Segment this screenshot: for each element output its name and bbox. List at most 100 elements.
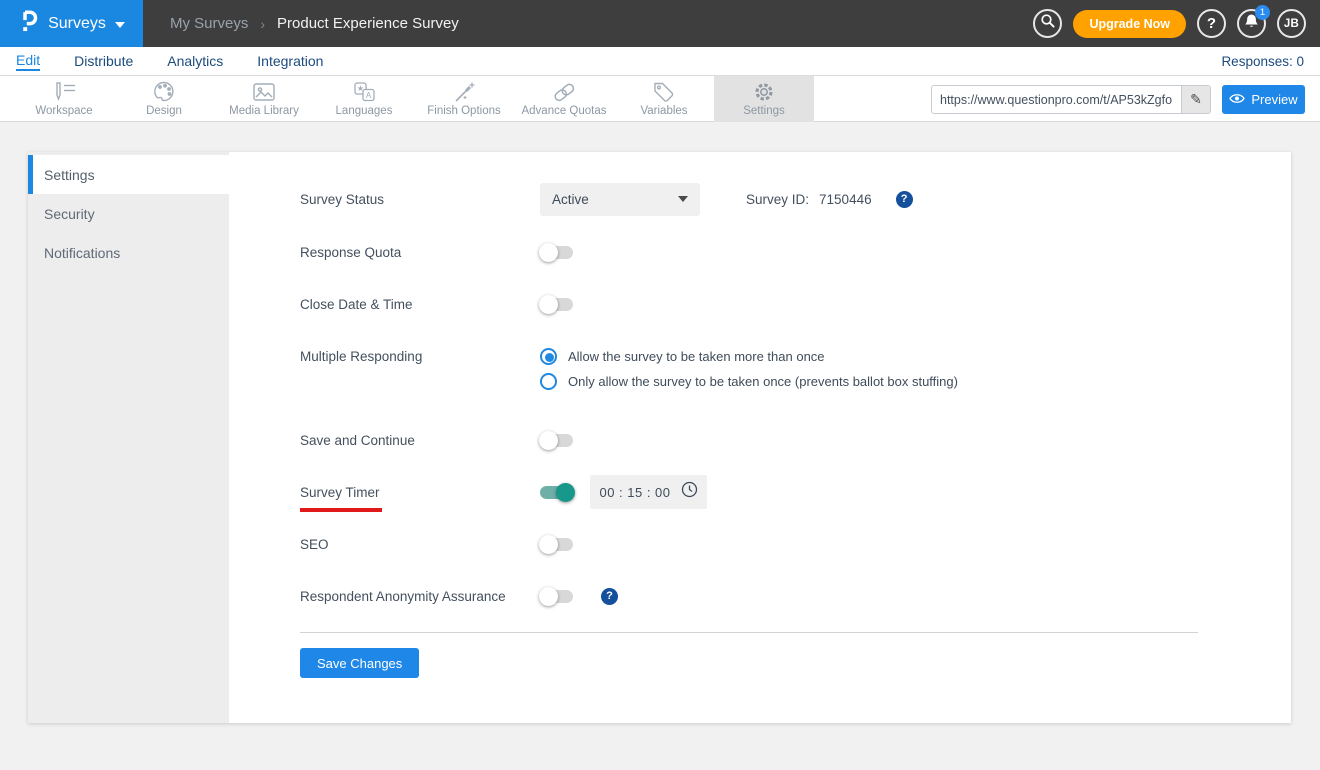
- breadcrumb-separator: ›: [260, 15, 266, 32]
- chevron-down-icon: [114, 21, 125, 28]
- design-icon: [152, 81, 176, 103]
- help-button[interactable]: ?: [1197, 9, 1226, 38]
- allow-multiple-option[interactable]: Allow the survey to be taken more than o…: [540, 347, 825, 365]
- clock-icon: [681, 481, 698, 503]
- survey-id-label: Survey ID:: [746, 191, 810, 207]
- edit-toolbar: Workspace Design Media Library ★ A Langua…: [0, 76, 1320, 122]
- toolbar-item-label: Settings: [743, 105, 785, 117]
- variables-icon: [652, 81, 676, 103]
- settings-icon: [752, 81, 776, 103]
- avatar-initials: JB: [1283, 17, 1300, 30]
- section-tabs: Edit Distribute Analytics Integration Re…: [0, 47, 1320, 76]
- pencil-icon: ✎: [1190, 91, 1202, 107]
- save-and-continue-row: Save and Continue: [300, 423, 1251, 457]
- toolbar-item-advance-quotas[interactable]: Advance Quotas: [514, 76, 614, 122]
- preview-button[interactable]: Preview: [1222, 85, 1305, 114]
- media-library-icon: [252, 81, 276, 103]
- toolbar-item-media-library[interactable]: Media Library: [214, 76, 314, 122]
- multiple-responding-row: Multiple Responding Allow the survey to …: [300, 339, 1251, 373]
- notification-badge: 1: [1255, 5, 1270, 20]
- toggle-knob: [539, 294, 558, 314]
- survey-status-select[interactable]: Active: [540, 182, 700, 216]
- seo-row: SEO: [300, 527, 1251, 561]
- toolbar-item-label: Design: [146, 105, 182, 117]
- toolbar-item-workspace[interactable]: Workspace: [14, 76, 114, 122]
- radio-unselected-icon[interactable]: [540, 373, 557, 390]
- sidebar-item-notifications[interactable]: Notifications: [28, 233, 229, 272]
- survey-timer-row: Survey Timer 00 : 15 : 00: [300, 475, 1251, 512]
- toggle-knob: [539, 430, 558, 450]
- respondent-anonymity-row: Respondent Anonymity Assurance ?: [300, 579, 1251, 613]
- tab-analytics[interactable]: Analytics: [167, 53, 223, 69]
- edit-link-button[interactable]: ✎: [1181, 86, 1210, 113]
- sidebar-item-settings[interactable]: Settings: [28, 155, 229, 194]
- notifications-button[interactable]: 1: [1237, 5, 1270, 38]
- toolbar-item-label: Media Library: [229, 105, 299, 117]
- settings-sidebar: Settings Security Notifications: [28, 152, 229, 723]
- toolbar-item-settings[interactable]: Settings: [714, 76, 814, 122]
- survey-link-field[interactable]: https://www.questionpro.com/t/AP53kZgfo …: [931, 85, 1211, 114]
- preview-label: Preview: [1251, 92, 1298, 107]
- respondent-anonymity-label: Respondent Anonymity Assurance: [300, 588, 506, 604]
- survey-timer-input[interactable]: 00 : 15 : 00: [590, 475, 707, 509]
- response-quota-label: Response Quota: [300, 244, 402, 260]
- questionpro-logo-icon: [18, 8, 39, 39]
- toolbar-item-languages[interactable]: ★ A Languages: [314, 76, 414, 122]
- toggle-knob: [539, 534, 558, 554]
- user-avatar[interactable]: JB: [1277, 9, 1306, 38]
- svg-text:A: A: [366, 91, 372, 100]
- allow-multiple-label: Allow the survey to be taken more than o…: [568, 348, 825, 364]
- survey-id-value: 7150446: [819, 191, 872, 207]
- toolbar-item-variables[interactable]: Variables: [614, 76, 714, 122]
- save-and-continue-label: Save and Continue: [300, 432, 415, 448]
- search-icon: [1040, 13, 1056, 34]
- toolbar-item-label: Finish Options: [427, 105, 501, 117]
- toolbar-item-label: Workspace: [35, 105, 93, 117]
- close-date-time-row: Close Date & Time: [300, 287, 1251, 321]
- multiple-responding-label: Multiple Responding: [300, 348, 423, 364]
- advance-quotas-icon: [551, 81, 577, 103]
- workspace-icon: [51, 81, 77, 103]
- top-header: Surveys My Surveys › Product Experience …: [0, 0, 1320, 47]
- header-actions: Upgrade Now ? 1 JB: [1033, 5, 1320, 38]
- chevron-down-icon: [678, 196, 688, 202]
- toolbar-item-design[interactable]: Design: [114, 76, 214, 122]
- seo-toggle[interactable]: [539, 534, 573, 554]
- survey-id-help-icon[interactable]: ?: [895, 190, 913, 208]
- tab-distribute[interactable]: Distribute: [74, 53, 133, 69]
- toolbar-item-label: Advance Quotas: [521, 105, 607, 117]
- radio-selected-icon[interactable]: [540, 347, 557, 365]
- survey-status-label: Survey Status: [300, 191, 385, 207]
- save-and-continue-toggle[interactable]: [539, 430, 573, 450]
- eye-icon: [1229, 92, 1246, 107]
- survey-status-value: Active: [552, 191, 589, 207]
- survey-link-url[interactable]: https://www.questionpro.com/t/AP53kZgfo: [932, 93, 1181, 107]
- toggle-knob: [539, 586, 558, 606]
- response-quota-toggle[interactable]: [539, 242, 573, 262]
- survey-timer-value[interactable]: 00 : 15 : 00: [599, 485, 670, 500]
- toolbar-item-finish-options[interactable]: Finish Options: [414, 76, 514, 122]
- seo-label: SEO: [300, 536, 329, 552]
- question-mark-icon: ?: [1206, 15, 1217, 32]
- settings-panel: Settings Security Notifications Survey S…: [28, 152, 1291, 723]
- form-divider: [300, 632, 1198, 633]
- sidebar-item-security[interactable]: Security: [28, 194, 229, 233]
- allow-once-option[interactable]: Only allow the survey to be taken once (…: [540, 373, 958, 390]
- toolbar-item-label: Variables: [640, 105, 688, 117]
- product-name: Surveys: [48, 14, 106, 32]
- survey-timer-toggle[interactable]: [540, 482, 575, 502]
- tab-integration[interactable]: Integration: [257, 53, 323, 69]
- save-changes-button[interactable]: Save Changes: [300, 648, 420, 678]
- breadcrumb-my-surveys[interactable]: My Surveys: [170, 15, 248, 32]
- respondent-anonymity-help-icon[interactable]: ?: [601, 587, 618, 605]
- respondent-anonymity-toggle[interactable]: [539, 586, 573, 606]
- product-switcher[interactable]: Surveys: [0, 0, 143, 47]
- responses-count: Responses: 0: [1221, 53, 1304, 69]
- breadcrumb: My Surveys › Product Experience Survey: [170, 15, 459, 32]
- close-date-time-toggle[interactable]: [539, 294, 573, 314]
- toggle-knob: [556, 482, 575, 502]
- upgrade-now-button[interactable]: Upgrade Now: [1073, 9, 1186, 38]
- survey-status-row: Survey Status Active Survey ID: 7150446 …: [300, 182, 1251, 216]
- search-button[interactable]: [1033, 9, 1063, 38]
- tab-edit[interactable]: Edit: [16, 52, 41, 71]
